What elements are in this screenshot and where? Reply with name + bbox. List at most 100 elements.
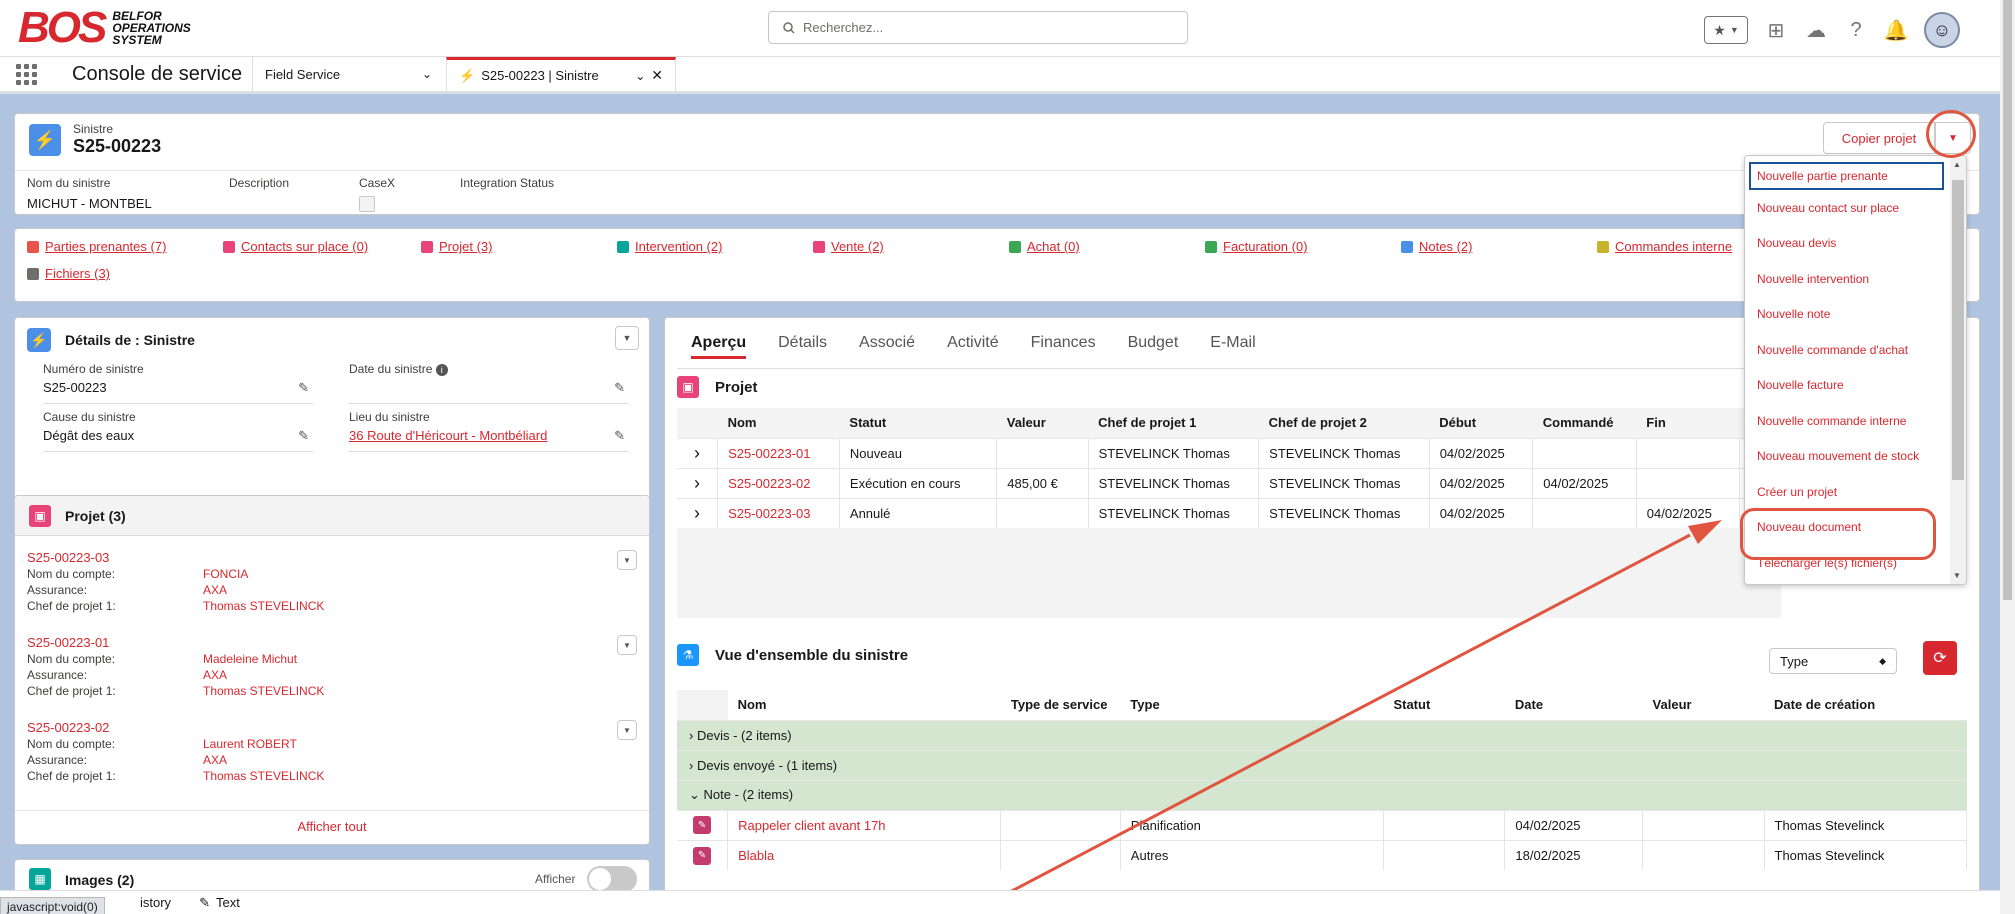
- text-item[interactable]: Text: [216, 895, 240, 910]
- chef-link[interactable]: Thomas STEVELINCK: [203, 769, 324, 783]
- assurance-link[interactable]: AXA: [203, 583, 227, 597]
- tab-activit[interactable]: Activité: [947, 334, 999, 359]
- project-link[interactable]: S25-00223-03: [27, 550, 637, 565]
- show-images-toggle[interactable]: [587, 866, 637, 892]
- field-label: Date du sinistre: [349, 362, 433, 376]
- tab-dtails[interactable]: Détails: [778, 334, 827, 359]
- casex-checkbox[interactable]: [359, 196, 375, 212]
- related-link[interactable]: Parties prenantes (7): [27, 239, 223, 254]
- scrollbar-thumb[interactable]: [2003, 0, 2012, 600]
- menu-item[interactable]: Nouvelle commande d'achat: [1745, 332, 1966, 368]
- group-row[interactable]: › Devis envoyé - (1 items): [677, 749, 1967, 780]
- tab-email[interactable]: E-Mail: [1210, 334, 1255, 359]
- column-header[interactable]: Chef de projet 1: [1088, 408, 1259, 438]
- column-header[interactable]: Valeur: [1642, 690, 1764, 720]
- global-search[interactable]: Recherchez...: [768, 11, 1188, 44]
- chef-link[interactable]: Thomas STEVELINCK: [203, 599, 324, 613]
- pencil-edit-icon[interactable]: ✎: [614, 428, 625, 444]
- related-link[interactable]: Contacts sur place (0): [223, 239, 421, 254]
- refresh-button[interactable]: ⟳: [1923, 641, 1957, 675]
- tab-aperu[interactable]: Aperçu: [691, 334, 747, 359]
- pencil-edit-icon[interactable]: ✎: [614, 380, 625, 396]
- related-link[interactable]: Notes (2): [1401, 239, 1597, 254]
- compte-link[interactable]: FONCIA: [203, 567, 248, 581]
- project-link[interactable]: S25-00223-02: [717, 467, 840, 498]
- related-link[interactable]: Intervention (2): [617, 239, 813, 254]
- column-header[interactable]: Nom: [717, 408, 840, 438]
- project-link[interactable]: S25-00223-03: [717, 497, 840, 528]
- column-header[interactable]: Début: [1429, 408, 1533, 438]
- column-header[interactable]: Date: [1504, 690, 1643, 720]
- column-header[interactable]: Fin: [1636, 408, 1740, 438]
- type-select[interactable]: Type ◆: [1769, 648, 1897, 674]
- page-scrollbar[interactable]: [2000, 0, 2015, 914]
- menu-item[interactable]: Nouvelle commande interne: [1745, 403, 1966, 439]
- close-icon[interactable]: ✕: [651, 67, 663, 84]
- related-link[interactable]: Commandes interne: [1597, 239, 1732, 254]
- related-link[interactable]: Projet (3): [421, 239, 617, 254]
- group-row[interactable]: › Devis - (2 items): [677, 719, 1967, 750]
- chevron-right-icon[interactable]: ›: [677, 497, 719, 528]
- lieu-link[interactable]: 36 Route d'Héricourt - Montbéliard: [349, 428, 629, 443]
- column-header[interactable]: Chef de projet 2: [1258, 408, 1430, 438]
- chevron-right-icon[interactable]: ›: [677, 467, 719, 498]
- item-menu-button[interactable]: ▼: [617, 635, 637, 655]
- menu-item[interactable]: Nouvelle intervention: [1745, 261, 1966, 297]
- view-all-link[interactable]: Afficher tout: [15, 819, 649, 834]
- assurance-link[interactable]: AXA: [203, 668, 227, 682]
- column-header[interactable]: Nom: [727, 690, 1001, 720]
- menu-item[interactable]: Nouvelle note: [1745, 297, 1966, 333]
- tab-finances[interactable]: Finances: [1031, 334, 1096, 359]
- menu-item[interactable]: Nouveau mouvement de stock: [1745, 439, 1966, 475]
- menu-item[interactable]: Créer un projet: [1745, 474, 1966, 510]
- project-link[interactable]: S25-00223-01: [27, 635, 637, 650]
- note-link[interactable]: Blabla: [727, 839, 1002, 870]
- column-header[interactable]: Valeur: [996, 408, 1089, 438]
- user-avatar[interactable]: ☺: [1924, 12, 1960, 48]
- scrollbar-thumb[interactable]: [1952, 180, 1964, 480]
- assurance-link[interactable]: AXA: [203, 753, 227, 767]
- related-link[interactable]: Achat (0): [1009, 239, 1205, 254]
- group-row[interactable]: ⌄ Note - (2 items): [677, 779, 1967, 810]
- dropdown-scrollbar[interactable]: ▲ ▼: [1950, 156, 1966, 584]
- chevron-down-icon[interactable]: ⌄: [635, 69, 645, 83]
- details-menu-button[interactable]: ▼: [615, 326, 639, 350]
- column-header[interactable]: Type: [1120, 690, 1384, 720]
- tab-s25-00223[interactable]: ⚡ S25-00223 | Sinistre ⌄ ✕: [446, 57, 676, 91]
- menu-item[interactable]: Nouveau contact sur place: [1745, 190, 1966, 226]
- notifications-bell-icon[interactable]: 🔔: [1884, 18, 1909, 42]
- pencil-edit-icon[interactable]: ✎: [298, 428, 309, 444]
- column-header[interactable]: Date de création: [1764, 690, 1967, 720]
- column-header[interactable]: Statut: [839, 408, 997, 438]
- copy-project-button[interactable]: Copier projet: [1823, 122, 1935, 154]
- menu-item[interactable]: Nouvelle partie prenante: [1749, 162, 1944, 190]
- bos-logo[interactable]: BOS BELFOR OPERATIONS SYSTEM: [18, 6, 222, 50]
- tab-associ[interactable]: Associé: [859, 334, 915, 359]
- pencil-edit-icon[interactable]: ✎: [298, 380, 309, 396]
- project-link[interactable]: S25-00223-02: [27, 720, 637, 735]
- help-icon[interactable]: ?: [1844, 18, 1868, 42]
- project-link[interactable]: S25-00223-01: [717, 437, 840, 468]
- menu-item[interactable]: Nouveau devis: [1745, 226, 1966, 262]
- chevron-right-icon[interactable]: ›: [677, 437, 719, 468]
- compte-link[interactable]: Laurent ROBERT: [203, 737, 297, 751]
- history-item[interactable]: istory: [140, 895, 171, 910]
- related-link[interactable]: Vente (2): [813, 239, 1009, 254]
- column-header[interactable]: Type de service: [1000, 690, 1121, 720]
- navigation-selector[interactable]: Field Service ⌄: [252, 57, 446, 91]
- item-menu-button[interactable]: ▼: [617, 720, 637, 740]
- trailhead-icon[interactable]: ☁: [1804, 18, 1828, 42]
- app-launcher-icon[interactable]: [0, 57, 52, 91]
- item-menu-button[interactable]: ▼: [617, 550, 637, 570]
- compte-link[interactable]: Madeleine Michut: [203, 652, 297, 666]
- chef-link[interactable]: Thomas STEVELINCK: [203, 684, 324, 698]
- column-header[interactable]: Commandé: [1532, 408, 1637, 438]
- note-link[interactable]: Rappeler client avant 17h: [727, 809, 1002, 840]
- related-link[interactable]: Facturation (0): [1205, 239, 1401, 254]
- column-header[interactable]: Statut: [1383, 690, 1505, 720]
- global-actions-icon[interactable]: ⊞: [1764, 18, 1788, 42]
- menu-item[interactable]: Nouvelle facture: [1745, 368, 1966, 404]
- related-link[interactable]: Fichiers (3): [27, 266, 223, 281]
- tab-budget[interactable]: Budget: [1128, 334, 1179, 359]
- favorites-button[interactable]: ★ ▼: [1704, 16, 1748, 44]
